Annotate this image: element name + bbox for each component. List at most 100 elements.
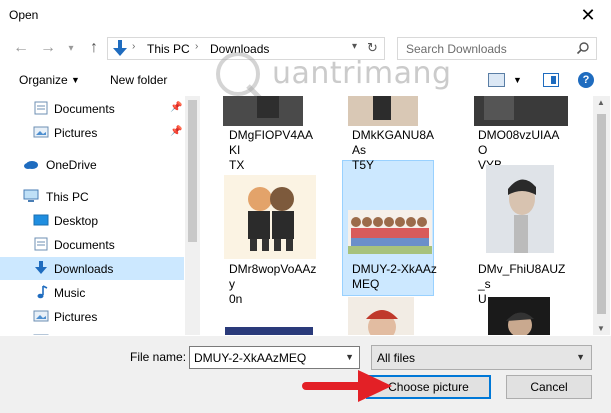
sidebar-item-music[interactable]: Music — [0, 281, 184, 304]
sidebar-item-label: Music — [54, 286, 86, 300]
image-thumbnail — [348, 210, 432, 254]
file-name-line2: 0n — [229, 292, 243, 306]
file-type-value: All files — [377, 351, 416, 365]
close-button[interactable]: ✕ — [565, 0, 611, 31]
file-name: DMkKGANU8AAs T5Y — [352, 128, 442, 173]
file-name: DMgFIOPV4AAKI TX — [229, 128, 319, 173]
chevron-down-icon: ▾ — [68, 42, 74, 54]
file-name-line1: DMgFIOPV4AAKI — [229, 128, 314, 157]
sidebar-item-label: Desktop — [54, 214, 99, 228]
pictures-folder-icon — [33, 310, 49, 322]
sidebar-item-label: Downloads — [54, 262, 114, 276]
sidebar-scrollbar[interactable] — [185, 96, 200, 335]
image-thumbnail — [348, 96, 418, 126]
sidebar-item-label: Pictures — [54, 310, 98, 324]
documents-folder-icon — [34, 101, 48, 115]
documents-folder-icon — [34, 237, 48, 251]
sidebar-item-pictures-quick[interactable]: Pictures 📌 — [0, 121, 184, 144]
window-title: Open — [9, 8, 39, 22]
arrow-right-icon: → — [40, 39, 56, 56]
file-name-line1: DMkKGANU8AAs — [352, 128, 435, 157]
chevron-down-icon[interactable]: ▼ — [513, 75, 522, 85]
image-thumbnail — [474, 96, 568, 126]
recent-locations-button[interactable]: ▾ — [60, 38, 82, 58]
file-name-line1: DMv_FhiU8AUZ_s — [478, 262, 566, 291]
file-tile[interactable]: DMv_FhiU8AUZ_s U — [470, 165, 570, 306]
file-tile[interactable]: DMgFIOPV4AAKI TX — [221, 96, 321, 172]
organize-button[interactable]: Organize — [19, 73, 68, 87]
sidebar-item-partial[interactable] — [0, 329, 184, 335]
new-folder-button[interactable]: New folder — [110, 73, 167, 87]
scroll-up-icon[interactable]: ▲ — [597, 98, 605, 107]
file-type-select[interactable]: All files ▼ — [371, 345, 592, 370]
file-name-line1: DMr8wopVoAAzy — [229, 262, 317, 291]
sidebar-item-label: This PC — [46, 190, 89, 204]
arrow-up-icon: ↑ — [90, 39, 98, 56]
forward-button[interactable]: → — [37, 38, 59, 58]
watermark-text: uantrimang — [272, 56, 452, 91]
breadcrumb-separator-icon: › — [132, 41, 136, 52]
file-name-value: DMUY-2-XkAAzMEQ — [194, 351, 307, 365]
sidebar-item-this-pc[interactable]: This PC — [0, 185, 184, 208]
image-thumbnail — [223, 96, 303, 126]
file-list-scrollbar-thumb[interactable] — [597, 114, 606, 314]
close-icon: ✕ — [580, 5, 596, 25]
file-name-line2: U — [478, 292, 487, 306]
change-view-icon[interactable] — [488, 73, 505, 87]
annotation-arrow-icon — [302, 370, 392, 402]
breadcrumb-this-pc[interactable]: This PC — [147, 42, 190, 56]
chevron-down-icon: ▼ — [576, 352, 585, 362]
desktop-folder-icon — [33, 214, 49, 226]
image-thumbnail — [488, 297, 550, 335]
computer-icon — [23, 189, 39, 202]
sidebar-item-label: Documents — [54, 102, 115, 116]
image-thumbnail — [225, 327, 313, 335]
file-list-scrollbar[interactable]: ▲ ▼ — [593, 96, 610, 335]
up-button[interactable]: ↑ — [83, 38, 105, 58]
pin-icon: 📌 — [170, 102, 183, 113]
sidebar-item-documents-quick[interactable]: Documents 📌 — [0, 97, 184, 120]
file-tile[interactable]: DMr8wopVoAAzy 0n — [221, 170, 321, 306]
pin-icon: 📌 — [170, 126, 183, 137]
sidebar-item-label: Pictures — [54, 126, 98, 140]
file-tile[interactable]: DMO08vzUIAAOVYB — [470, 96, 570, 172]
pictures-folder-icon — [33, 126, 49, 138]
help-icon[interactable]: ? — [578, 72, 594, 88]
preview-pane-icon[interactable] — [543, 73, 559, 87]
cloud-icon — [24, 161, 38, 169]
sidebar-item-label: OneDrive — [46, 158, 97, 172]
sidebar-item-desktop[interactable]: Desktop — [0, 209, 184, 232]
arrow-left-icon: ← — [13, 39, 29, 56]
scroll-down-icon[interactable]: ▼ — [597, 324, 605, 333]
image-thumbnail — [224, 175, 316, 259]
image-thumbnail — [486, 165, 554, 253]
back-button[interactable]: ← — [10, 38, 32, 58]
file-name-label: File name: — [130, 350, 187, 364]
file-name: DMUY-2-XkAAz MEQ — [352, 262, 442, 292]
cancel-button[interactable]: Cancel — [506, 375, 592, 399]
sidebar-item-pictures[interactable]: Pictures — [0, 305, 184, 328]
chevron-down-icon[interactable]: ▼ — [345, 352, 354, 362]
sidebar-item-onedrive[interactable]: OneDrive — [0, 153, 184, 176]
sidebar-scrollbar-thumb[interactable] — [188, 100, 197, 242]
title-bar: Open ✕ — [0, 0, 611, 33]
download-folder-icon — [35, 261, 47, 274]
search-icon — [576, 42, 589, 55]
file-name-line2: MEQ — [352, 277, 380, 291]
watermark-logo-icon — [216, 52, 262, 100]
sidebar-item-label: Documents — [54, 238, 115, 252]
breadcrumb-separator-icon: › — [195, 41, 199, 52]
music-icon — [37, 285, 48, 299]
file-name-line1: DMO08vzUIAAO — [478, 128, 560, 157]
folder-icon — [33, 334, 49, 335]
sidebar-item-documents[interactable]: Documents — [0, 233, 184, 256]
image-thumbnail — [348, 297, 414, 335]
chevron-down-icon: ▼ — [71, 75, 80, 85]
watermark: uantrimang — [210, 48, 470, 103]
download-folder-icon — [113, 40, 127, 56]
file-tile-selected[interactable]: DMUY-2-XkAAz MEQ — [344, 170, 444, 292]
sidebar-item-downloads[interactable]: Downloads — [0, 257, 184, 280]
file-name-line1: DMUY-2-XkAAz — [352, 262, 437, 276]
file-tile[interactable]: DMkKGANU8AAs T5Y — [344, 96, 444, 172]
navigation-pane: Documents 📌 Pictures 📌 OneDrive This PC … — [0, 96, 200, 335]
